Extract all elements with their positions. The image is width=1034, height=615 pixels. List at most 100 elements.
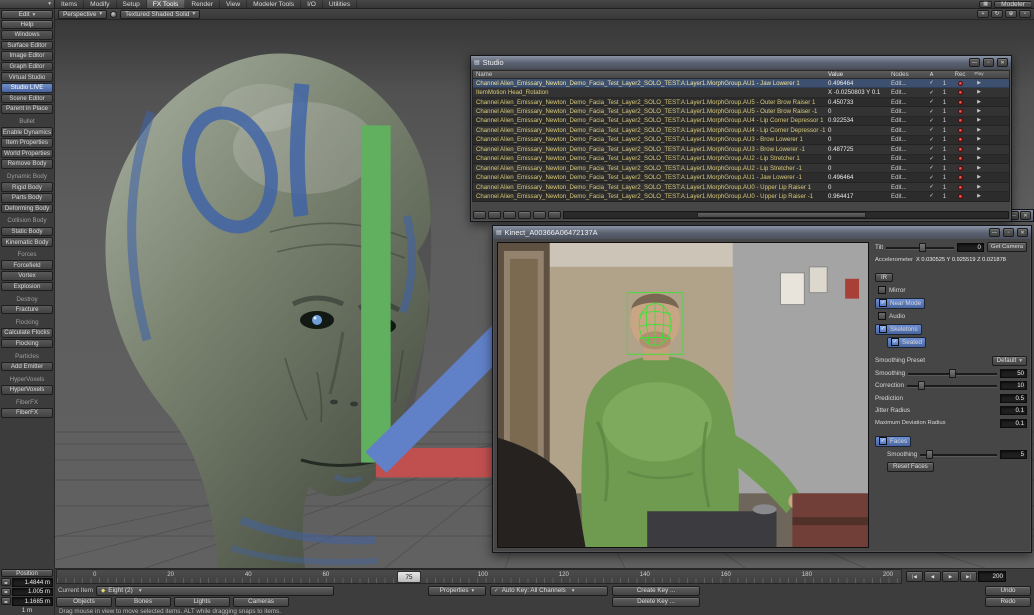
nodes-column-header[interactable]: Nodes (891, 71, 925, 78)
skeletons-checkbox[interactable]: ✓ Skeletons (875, 324, 922, 335)
near-mode-checkbox[interactable]: ✓ Near Mode (875, 298, 925, 309)
auto-key-toggle[interactable]: ✓ Auto Key: All Channels (490, 586, 608, 596)
play-icon[interactable]: ▶ (969, 90, 989, 95)
sidebar-item[interactable]: Virtual Studio (1, 72, 53, 82)
item-type-button[interactable]: Lights (174, 597, 230, 607)
sidebar-item[interactable]: HyperVoxels (1, 374, 53, 384)
seated-checkbox[interactable]: ✓ Seated (887, 337, 926, 348)
close-icon[interactable]: ✕ (1020, 211, 1031, 220)
sidebar-item[interactable]: HyperVoxels (1, 385, 53, 395)
minimize-icon[interactable]: — (989, 228, 1000, 237)
prediction-value[interactable]: 0.5 (1000, 394, 1027, 403)
menu-tab[interactable]: Setup (117, 0, 147, 8)
check-icon[interactable]: ✓ (925, 175, 938, 181)
go-to-start-icon[interactable]: |◀ (906, 571, 923, 582)
sidebar-item[interactable]: Forces (1, 250, 53, 260)
timeline-scrubber[interactable]: 75 (397, 571, 421, 583)
step-back-icon[interactable]: ◀ (924, 571, 941, 582)
checkbox-icon[interactable] (878, 312, 886, 320)
record-dot-icon[interactable] (958, 90, 963, 95)
record-cell[interactable] (951, 118, 969, 123)
table-row[interactable]: Channel Alien_Emissary_Newton_Demo_Facia… (473, 79, 1009, 88)
nodes-edit-button[interactable]: Edit... (891, 146, 925, 153)
menu-tab[interactable]: I/O (301, 0, 323, 8)
record-cell[interactable] (951, 109, 969, 114)
sidebar-item[interactable]: Graph Editor (1, 62, 53, 72)
nodes-edit-button[interactable]: Edit... (891, 193, 925, 200)
slider-handle[interactable] (918, 381, 925, 390)
sidebar-item[interactable]: FiberFX (1, 408, 53, 418)
record-dot-icon[interactable] (958, 128, 963, 133)
check-icon[interactable]: ✓ (925, 90, 938, 96)
jitter-radius-value[interactable]: 0.1 (1000, 406, 1027, 415)
play-icon[interactable]: ▶ (969, 185, 989, 190)
record-cell[interactable] (951, 81, 969, 86)
record-dot-icon[interactable] (958, 185, 963, 190)
play-icon[interactable]: ▶ (969, 166, 989, 171)
kinect-titlebar[interactable]: ▤ Kinect_A00366A06472137A — ▫ ✕ (493, 226, 1031, 239)
nodes-edit-button[interactable]: Edit... (891, 165, 925, 172)
studio-footer-button[interactable] (473, 211, 486, 219)
sidebar-item[interactable]: World Properties (1, 149, 53, 159)
sidebar-item[interactable]: Vortex (1, 271, 53, 281)
current-item-dropdown[interactable]: ◆ Eight (2) (96, 586, 334, 596)
play-icon[interactable]: ▶ (969, 156, 989, 161)
check-icon[interactable]: ✓ (925, 127, 938, 133)
sidebar-item[interactable]: Windows (1, 30, 53, 40)
tilt-slider[interactable] (886, 243, 954, 252)
check-icon[interactable]: ✓ (925, 184, 938, 190)
sidebar-item[interactable]: Scene Editor (1, 94, 53, 104)
sidebar-item[interactable]: Collision Body (1, 216, 53, 226)
play-icon[interactable]: ▶ (942, 571, 959, 582)
record-dot-icon[interactable] (958, 100, 963, 105)
check-icon[interactable]: ✓ (925, 146, 938, 152)
menu-tab[interactable]: Modeler Tools (247, 0, 301, 8)
redo-button[interactable]: Redo (985, 597, 1031, 607)
sidebar-item[interactable]: FiberFX (1, 398, 53, 408)
end-frame-field[interactable]: 200 (978, 571, 1006, 582)
record-cell[interactable] (951, 100, 969, 105)
sidebar-item[interactable]: Static Body (1, 227, 53, 237)
record-dot-icon[interactable] (958, 194, 963, 199)
record-cell[interactable] (951, 194, 969, 199)
sidebar-item[interactable]: Surface Editor (1, 41, 53, 51)
faces-smoothing-slider[interactable] (920, 450, 997, 459)
sidebar-item[interactable]: Add Emitter (1, 362, 53, 372)
record-dot-icon[interactable] (958, 109, 963, 114)
record-dot-icon[interactable] (958, 137, 963, 142)
smoothing-preset-dropdown[interactable]: Default (992, 356, 1027, 366)
sidebar-item[interactable]: Dynamic Body (1, 172, 53, 182)
record-cell[interactable] (951, 166, 969, 171)
record-dot-icon[interactable] (958, 118, 963, 123)
maximize-icon[interactable]: ▫ (1003, 228, 1014, 237)
record-cell[interactable] (951, 175, 969, 180)
sidebar-item[interactable]: Remove Body (1, 159, 53, 169)
record-dot-icon[interactable] (958, 175, 963, 180)
rotate-view-icon[interactable]: ↻ (991, 10, 1003, 18)
sidebar-item[interactable]: Bullet (1, 117, 53, 127)
record-dot-icon[interactable] (958, 81, 963, 86)
sidebar-item[interactable]: Explosion (1, 282, 53, 292)
studio-footer-button[interactable] (518, 211, 531, 219)
name-column-header[interactable]: Name (473, 71, 825, 78)
record-cell[interactable] (951, 185, 969, 190)
position-z-field[interactable]: 1.1685 m (12, 597, 53, 606)
play-icon[interactable]: ▶ (969, 118, 989, 123)
checkbox-icon[interactable]: ✓ (891, 338, 899, 346)
sidebar-item[interactable]: Parent in Place (1, 104, 53, 114)
item-type-button[interactable]: Objects (56, 597, 112, 607)
smoothing-value[interactable]: 50 (1000, 369, 1027, 378)
check-icon[interactable]: ✓ (925, 137, 938, 143)
minimize-icon[interactable]: — (969, 58, 980, 67)
sidebar-item[interactable]: Flocking (1, 317, 53, 327)
record-dot-icon[interactable] (958, 156, 963, 161)
play-icon[interactable]: ▶ (969, 194, 989, 199)
nodes-edit-button[interactable]: Edit... (891, 155, 925, 162)
create-key-button[interactable]: Create Key ... (612, 586, 700, 596)
play-icon[interactable]: ▶ (969, 128, 989, 133)
position-mode-button[interactable]: Position (1, 569, 53, 577)
nodes-edit-button[interactable]: Edit... (891, 184, 925, 191)
app-menu-chip[interactable] (0, 0, 55, 8)
nodes-edit-button[interactable]: Edit... (891, 108, 925, 115)
menu-tab[interactable]: Modify (84, 0, 116, 8)
